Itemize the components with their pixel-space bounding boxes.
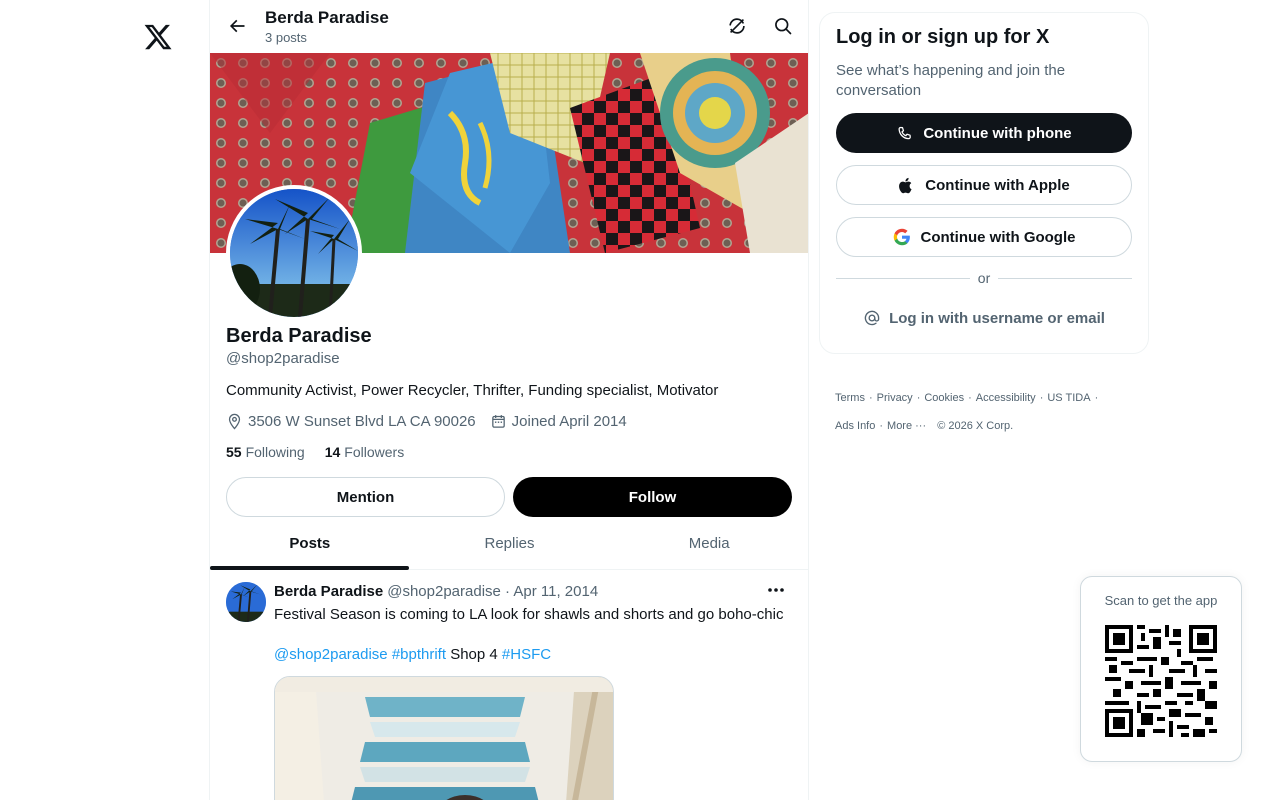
- location-item: 3506 W Sunset Blvd LA CA 90026: [226, 413, 476, 430]
- profile-name: Berda Paradise: [226, 325, 372, 347]
- footer-link-ads-info[interactable]: Ads Info: [835, 420, 875, 432]
- follow-button[interactable]: Follow: [513, 477, 792, 517]
- footer-link-accessibility[interactable]: Accessibility: [976, 392, 1036, 404]
- following-count: 55: [226, 444, 242, 460]
- post-item[interactable]: Berda Paradise @shop2paradise · Apr 11, …: [210, 570, 808, 800]
- footer-link-us-tida[interactable]: US TIDA: [1047, 392, 1090, 404]
- post-header: Berda Paradise @shop2paradise · Apr 11, …: [274, 583, 598, 600]
- footer-link-terms[interactable]: Terms: [835, 392, 865, 404]
- continue-with-apple-button[interactable]: Continue with Apple: [836, 165, 1132, 205]
- profile-header-bar: Berda Paradise 3 posts: [210, 0, 808, 53]
- post-meta[interactable]: @shop2paradise · Apr 11, 2014: [387, 583, 598, 600]
- tab-replies[interactable]: Replies: [410, 517, 610, 569]
- tab-posts-label: Posts: [289, 534, 331, 552]
- post-plain-text: Shop 4: [450, 646, 498, 663]
- login-with-username-link[interactable]: Log in with username or email: [836, 303, 1132, 333]
- qr-code-card[interactable]: Scan to get the app: [1080, 576, 1242, 762]
- google-button-label: Continue with Google: [920, 228, 1076, 246]
- qr-label: Scan to get the app: [1104, 593, 1218, 608]
- footer-copyright: © 2026 X Corp.: [937, 420, 1014, 432]
- login-title: Log in or sign up for X: [836, 26, 1050, 48]
- footer-link-cookies[interactable]: Cookies: [924, 392, 964, 404]
- hashtag-link[interactable]: #HSFC: [502, 646, 551, 663]
- followers-link[interactable]: 14 Followers: [325, 444, 404, 460]
- tab-media-label: Media: [688, 534, 730, 552]
- apple-button-label: Continue with Apple: [925, 176, 1070, 194]
- hashtag-link[interactable]: #bpthrift: [392, 646, 446, 663]
- back-arrow-icon[interactable]: [222, 11, 252, 41]
- grok-icon[interactable]: [722, 11, 752, 41]
- at-sign-icon: [864, 310, 880, 326]
- phone-icon: [898, 126, 912, 139]
- apple-icon: [899, 177, 912, 193]
- phone-button-label: Continue with phone: [923, 124, 1072, 142]
- qr-code-icon: [1105, 625, 1217, 737]
- profile-handle: @shop2paradise: [226, 350, 340, 367]
- followers-count: 14: [324, 444, 341, 460]
- profile-column: Berda Paradise 3 posts Berda Paradise @s…: [209, 0, 809, 800]
- post-image[interactable]: [274, 676, 614, 800]
- tab-media[interactable]: Media: [609, 517, 808, 569]
- profile-meta: 3506 W Sunset Blvd LA CA 90026 Joined Ap…: [226, 413, 641, 430]
- page-title: Berda Paradise: [265, 8, 389, 27]
- footer-link-privacy[interactable]: Privacy: [877, 392, 913, 404]
- following-label: Following: [245, 444, 305, 460]
- post-mention-link[interactable]: @shop2paradise: [274, 646, 388, 663]
- footer-link-more[interactable]: More ···: [887, 420, 926, 432]
- footer-row: Ads Info · More ··· © 2026 X Corp.: [835, 420, 1014, 432]
- left-nav: [0, 0, 209, 800]
- login-subtitle: See what’s happening and join the conver…: [836, 62, 1066, 99]
- login-card: Log in or sign up for X See what’s happe…: [819, 12, 1149, 354]
- username-login-label: Log in with username or email: [889, 309, 1105, 327]
- or-divider: or: [836, 268, 1133, 288]
- footer-row: Terms · Privacy · Cookies · Accessibility · US T…: [835, 392, 1099, 404]
- post-author[interactable]: Berda Paradise: [274, 583, 383, 600]
- google-icon: [893, 228, 910, 246]
- tab-posts[interactable]: Posts: [210, 517, 410, 570]
- post-text: Festival Season is coming to LA look for…: [274, 606, 784, 623]
- location-text: 3506 W Sunset Blvd LA CA 90026: [248, 413, 476, 430]
- footer-links: Terms · Privacy · Cookies · Accessibility · US T…: [835, 384, 1135, 440]
- divider-line: [998, 277, 1133, 279]
- post-avatar[interactable]: [226, 582, 266, 622]
- location-pin-icon: [228, 413, 241, 430]
- profile-tabs: Posts Replies Media: [210, 517, 808, 570]
- or-label: or: [977, 270, 991, 286]
- search-icon[interactable]: [768, 11, 798, 41]
- post-links: @shop2paradise #bpthrift Shop 4 #HSFC: [274, 645, 551, 665]
- mention-button[interactable]: Mention: [226, 477, 505, 517]
- followers-label: Followers: [344, 444, 405, 460]
- calendar-icon: [491, 415, 505, 428]
- tab-replies-label: Replies: [484, 534, 535, 552]
- x-logo-icon[interactable]: [143, 22, 173, 52]
- profile-avatar[interactable]: [226, 185, 362, 321]
- joined-item: Joined April 2014: [490, 413, 627, 430]
- joined-text: Joined April 2014: [511, 413, 627, 430]
- continue-with-google-button[interactable]: Continue with Google: [836, 217, 1132, 257]
- continue-with-phone-button[interactable]: Continue with phone: [836, 113, 1132, 153]
- divider-line: [836, 277, 970, 279]
- post-count: 3 posts: [265, 30, 307, 45]
- follow-stats: 55 Following 14 Followers: [226, 444, 424, 460]
- more-options-icon[interactable]: [762, 578, 790, 602]
- profile-bio: Community Activist, Power Recycler, Thri…: [226, 382, 719, 399]
- following-link[interactable]: 55 Following: [226, 444, 305, 460]
